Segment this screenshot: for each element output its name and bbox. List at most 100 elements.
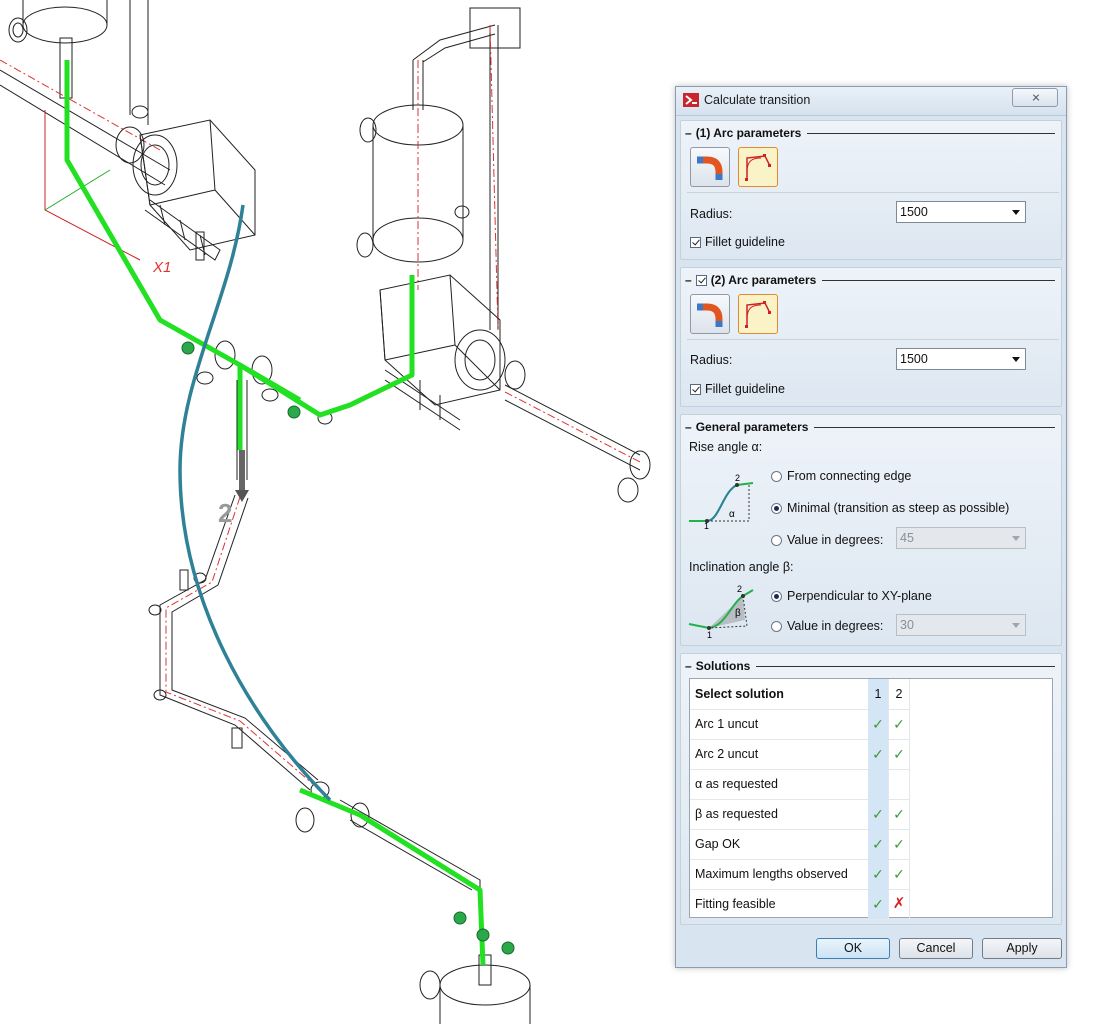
inclination-angle-label: Inclination angle β: xyxy=(689,560,794,574)
criterion-label: Maximum lengths observed xyxy=(695,867,848,881)
arc2-header: – (2) Arc parameters xyxy=(685,272,1055,288)
check-icon: ✓ xyxy=(872,836,884,852)
rise-option-connecting-edge[interactable]: From connecting edge xyxy=(771,469,911,483)
general-header: – General parameters xyxy=(685,419,1055,435)
rise-option-minimal[interactable]: Minimal (transition as steep as possible… xyxy=(771,501,1009,515)
arc2-fillet-checkbox[interactable]: Fillet guideline xyxy=(690,382,785,396)
arc-type-guideline-button[interactable] xyxy=(738,147,778,187)
solution-2-header[interactable]: 2 xyxy=(888,679,910,709)
arc2-enable-checkbox[interactable] xyxy=(695,274,707,286)
title-bar: Calculate transition xyxy=(676,87,1066,116)
checkbox-icon xyxy=(690,384,701,396)
transition-curve xyxy=(178,204,332,802)
app-icon xyxy=(683,93,699,107)
arc1-radius-select[interactable]: 1500 xyxy=(896,201,1026,223)
check-icon: ✓ xyxy=(893,836,905,852)
solution-2-status[interactable]: ✓ xyxy=(888,709,910,739)
solution-2-status[interactable]: ✗ xyxy=(888,889,910,919)
table-row: α as requested xyxy=(690,769,910,800)
diagram-point-2b: 2 xyxy=(737,584,742,594)
solution-1-status[interactable]: ✓ xyxy=(868,859,888,889)
arc1-fillet-checkbox[interactable]: Fillet guideline xyxy=(690,235,785,249)
incl-value-select[interactable]: 30 xyxy=(896,614,1026,636)
radio-icon xyxy=(771,502,782,514)
inclination-angle-diagram: 1 2 β xyxy=(688,584,754,640)
cross-icon: ✗ xyxy=(892,895,906,912)
radio-icon xyxy=(771,534,782,546)
solutions-header: – Solutions xyxy=(685,658,1055,674)
chevron-down-icon xyxy=(1012,623,1020,628)
criterion-label: Arc 2 uncut xyxy=(695,747,759,761)
guideline-fillet-icon xyxy=(745,154,771,181)
ok-button[interactable]: OK xyxy=(816,938,890,959)
criterion-label: Arc 1 uncut xyxy=(695,717,759,731)
criterion-label: Gap OK xyxy=(695,837,741,851)
table-header-row: Select solution 1 2 xyxy=(690,679,910,710)
arc2-type-guideline-button[interactable] xyxy=(738,294,778,334)
incl-option-value[interactable]: Value in degrees: xyxy=(771,619,883,633)
radio-icon xyxy=(771,590,782,602)
solution-2-status[interactable]: ✓ xyxy=(888,799,910,829)
label-point-2: 2 xyxy=(218,498,232,528)
checkbox-icon xyxy=(690,237,701,249)
solution-1-status[interactable]: ✓ xyxy=(868,829,888,859)
apply-button[interactable]: Apply xyxy=(982,938,1062,959)
diagram-point-1b: 1 xyxy=(707,630,712,640)
calculate-transition-dialog: Calculate transition – (1) Arc parameter… xyxy=(675,86,1067,968)
incl-option-perpendicular[interactable]: Perpendicular to XY-plane xyxy=(771,589,932,603)
green-nodes xyxy=(181,341,515,955)
table-row: Arc 2 uncut ✓ ✓ xyxy=(690,739,910,770)
check-icon: ✓ xyxy=(872,746,884,762)
solutions-table[interactable]: Select solution 1 2 Arc 1 uncut ✓ ✓ Arc 2 u… xyxy=(689,678,1053,920)
tank-top-left xyxy=(8,0,108,99)
solution-2-status[interactable] xyxy=(888,769,910,799)
arc2-group: – (2) Arc parameters Radius: 1500 Fillet… xyxy=(680,267,1062,407)
pipe-lower-run xyxy=(148,494,481,900)
rise-angle-label: Rise angle α: xyxy=(689,440,763,454)
elbow-icon xyxy=(697,303,723,327)
close-button[interactable] xyxy=(1012,88,1058,107)
check-icon: ✓ xyxy=(893,806,905,822)
table-row: Gap OK ✓ ✓ xyxy=(690,829,910,860)
criterion-label: Fitting feasible xyxy=(695,897,776,911)
solution-1-status[interactable]: ✓ xyxy=(868,889,888,919)
check-icon: ✓ xyxy=(893,746,905,762)
check-icon: ✓ xyxy=(893,716,905,732)
check-icon: ✓ xyxy=(893,866,905,882)
pump-right xyxy=(379,274,526,431)
table-row: Maximum lengths observed ✓ ✓ xyxy=(690,859,910,890)
cancel-button[interactable]: Cancel xyxy=(899,938,973,959)
solution-2-status[interactable]: ✓ xyxy=(888,829,910,859)
solution-2-status[interactable]: ✓ xyxy=(888,859,910,889)
table-row: β as requested ✓ ✓ xyxy=(690,799,910,830)
radio-icon xyxy=(771,620,782,632)
solution-1-header[interactable]: 1 xyxy=(868,679,888,709)
centerline xyxy=(0,59,161,151)
diagram-alpha: α xyxy=(729,509,735,520)
rise-value-select[interactable]: 45 xyxy=(896,527,1026,549)
arc1-radius-label: Radius: xyxy=(690,207,733,221)
arc2-type-elbow-button[interactable] xyxy=(690,294,730,334)
table-row: Fitting feasible ✓ ✗ xyxy=(690,889,910,920)
guideline-fillet-icon xyxy=(745,301,771,328)
chevron-down-icon xyxy=(1012,210,1020,215)
solution-2-status[interactable]: ✓ xyxy=(888,739,910,769)
arc2-radius-select[interactable]: 1500 xyxy=(896,348,1026,370)
solution-1-status[interactable]: ✓ xyxy=(868,709,888,739)
solution-1-status[interactable]: ✓ xyxy=(868,799,888,829)
rise-option-value[interactable]: Value in degrees: xyxy=(771,533,883,547)
tank-bottom xyxy=(419,954,531,1024)
solution-1-status[interactable] xyxy=(868,769,888,799)
elbow-icon xyxy=(697,156,723,180)
arc-type-elbow-button[interactable] xyxy=(690,147,730,187)
arc1-header: – (1) Arc parameters xyxy=(685,125,1055,141)
chevron-down-icon xyxy=(1012,536,1020,541)
vessel-right xyxy=(356,7,521,331)
rise-angle-diagram: 1 2 α xyxy=(689,473,754,531)
solution-1-status[interactable]: ✓ xyxy=(868,739,888,769)
criterion-label: β as requested xyxy=(695,807,778,821)
diagram-point-1: 1 xyxy=(704,521,709,531)
label-x1: X1 xyxy=(152,259,171,276)
check-icon: ✓ xyxy=(872,806,884,822)
arc2-radius-label: Radius: xyxy=(690,353,733,367)
